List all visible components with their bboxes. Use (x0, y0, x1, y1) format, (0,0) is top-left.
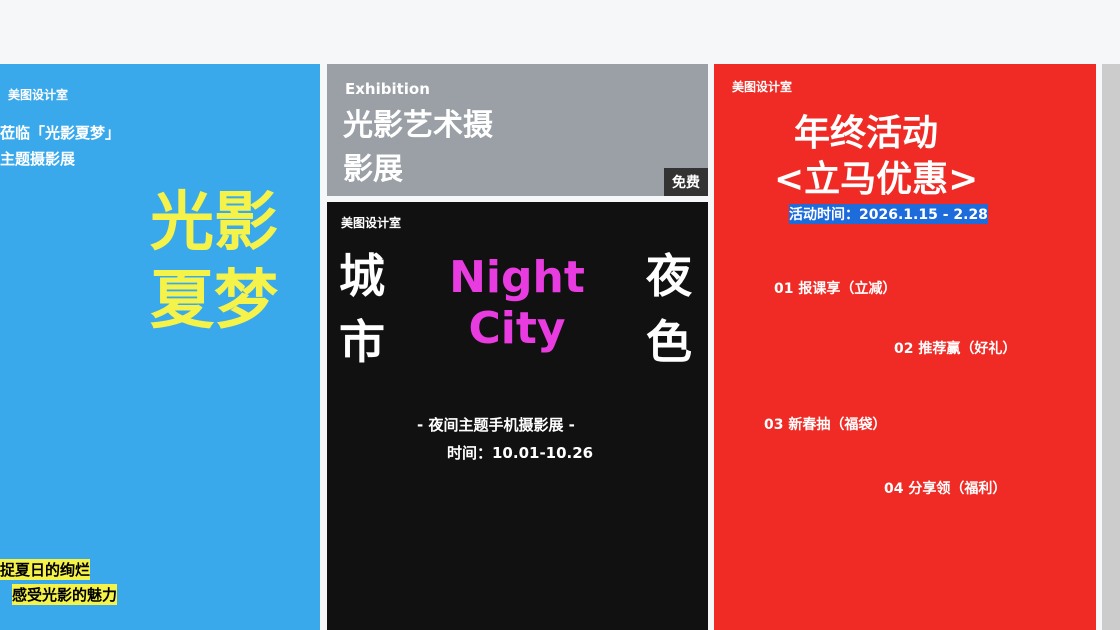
brand: 美图设计室 (8, 88, 69, 102)
tag: 免费 (664, 168, 708, 196)
step: 03 新春抽（福袋） (764, 417, 887, 433)
en: Night City (449, 252, 585, 354)
date: 活动时间：2026.1.15 - 2.28 (789, 204, 988, 224)
sub: - 夜间主题手机摄影展 - (417, 416, 575, 434)
poster-yearend[interactable]: 美图设计室 年终活动 <立马优惠> 活动时间：2026.1.15 - 2.28 … (714, 64, 1096, 630)
title: 光影艺术摄影展 (343, 108, 493, 187)
right: 夜色 (646, 249, 692, 369)
en: Exhibition (345, 80, 430, 98)
left: 城市 (339, 249, 385, 369)
next-card[interactable] (1102, 64, 1120, 630)
step: 01 报课享（立减） (774, 281, 897, 297)
step: 04 分享领（福利） (884, 481, 1007, 497)
line: 主题摄影展 (0, 150, 76, 168)
foot: 感受光影的魅力 (12, 584, 118, 605)
step: 02 推荐赢（好礼） (894, 341, 1017, 357)
sub: <立马优惠> (774, 159, 979, 200)
foot: 捉夏日的绚烂 (0, 559, 91, 580)
brand: 美图设计室 (732, 80, 793, 94)
line: 莅临「光影夏梦」 (0, 124, 121, 142)
title: 光影夏梦 (150, 186, 278, 338)
poster-night[interactable]: 美图设计室 城市 夜色 Night City - 夜间主题手机摄影展 - 时间：… (327, 202, 708, 630)
title: 年终活动 (794, 113, 939, 154)
poster-summer[interactable]: 美图设计室 莅临「光影夏梦」 主题摄影展 光影夏梦 捉夏日的绚烂 感受光影的魅力 (0, 64, 320, 630)
poster-exhibition[interactable]: Exhibition 光影艺术摄影展 免费 (327, 64, 708, 196)
brand: 美图设计室 (341, 216, 402, 230)
time: 时间：10.01-10.26 (447, 444, 594, 462)
